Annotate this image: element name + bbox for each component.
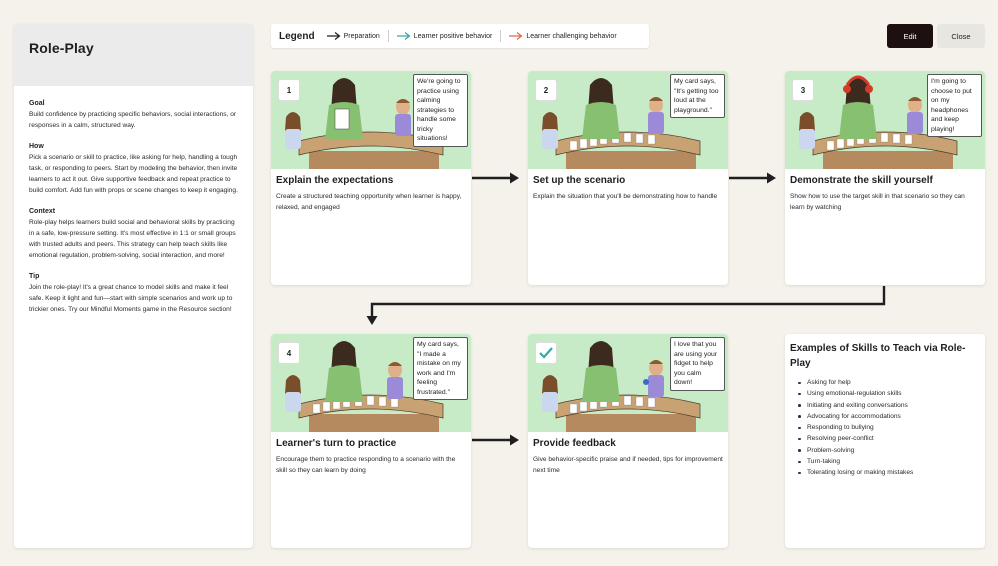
list-item: Using emotional-regulation skills — [790, 388, 980, 399]
skills-list: Asking for help Using emotional-regulati… — [790, 377, 980, 479]
step-card-2[interactable]: 2 My card says, "It's getting too loud a… — [528, 71, 728, 285]
section-text: Build confidence by practicing specific … — [29, 111, 237, 129]
step-illustration: I love that you are using your fidget to… — [528, 334, 728, 432]
step-illustration: 4 My card says, "I made a mistake on my … — [271, 334, 471, 432]
step-card-4[interactable]: 4 My card says, "I made a mistake on my … — [271, 334, 471, 548]
step-illustration: 3 I'm going to choose to put on my headp… — [785, 71, 985, 169]
arrow-black-icon — [326, 32, 341, 40]
list-item: Advocating for accommodations — [790, 411, 980, 422]
list-item: Tolerating losing or making mistakes — [790, 467, 980, 478]
card-title: Set up the scenario — [533, 175, 626, 186]
section-title: Goal — [29, 100, 45, 107]
list-item: Turn-taking — [790, 456, 980, 467]
checkmark-icon — [535, 342, 557, 364]
speech-bubble: My card says, "It's getting too loud at … — [670, 74, 725, 118]
step-card-5[interactable]: I love that you are using your fidget to… — [528, 334, 728, 548]
step-card-1[interactable]: 1 We're going to practice using calming … — [271, 71, 471, 285]
step-number: 1 — [278, 79, 300, 101]
examples-title: Examples of Skills to Teach via Role-Pla… — [790, 343, 966, 369]
card-description: Give behavior-specific praise and if nee… — [533, 456, 723, 474]
speech-bubble: We're going to practice using calming st… — [413, 74, 468, 147]
legend-divider — [500, 30, 502, 42]
speech-bubble: My card says, "I made a mistake on my wo… — [413, 337, 468, 400]
card-title: Provide feedback — [533, 438, 616, 449]
tip-section: Tip Join the role-play! It's a great cha… — [29, 273, 238, 315]
card-title: Explain the expectations — [276, 175, 394, 186]
step-card-3[interactable]: 3 I'm going to choose to put on my headp… — [785, 71, 985, 285]
section-text: Join the role-play! It's a great chance … — [29, 284, 233, 313]
goal-section: Goal Build confidence by practicing spec… — [29, 100, 238, 131]
how-section: How Pick a scenario or skill to practice… — [29, 143, 238, 196]
list-item: Problem-solving — [790, 445, 980, 456]
section-text: Role-play helps learners build social an… — [29, 219, 236, 259]
section-title: Context — [29, 208, 56, 215]
section-title: How — [29, 143, 44, 150]
legend-label: Learner positive behavior — [413, 32, 493, 40]
section-title: Tip — [29, 273, 40, 280]
legend: Legend Preparation Learner positive beha… — [271, 24, 649, 48]
card-title: Learner's turn to practice — [276, 438, 397, 449]
examples-card: Examples of Skills to Teach via Role-Pla… — [785, 334, 985, 548]
list-item: Resolving peer-conflict — [790, 433, 980, 444]
card-description: Explain the situation that you'll be dem… — [533, 193, 718, 200]
arrow-teal-icon — [396, 32, 411, 40]
card-description: Encourage them to practice responding to… — [276, 456, 456, 474]
speech-bubble: I'm going to choose to put on my headpho… — [927, 74, 982, 137]
arrow-orange-icon — [509, 32, 523, 40]
step-illustration: 2 My card says, "It's getting too loud a… — [528, 71, 728, 169]
list-item: Initiating and exiting conversations — [790, 400, 980, 411]
legend-label: Preparation — [343, 32, 380, 40]
page-title: Role-Play — [29, 40, 94, 56]
speech-bubble: I love that you are using your fidget to… — [670, 337, 725, 391]
context-section: Context Role-play helps learners build s… — [29, 208, 238, 261]
legend-label: Learner challenging behavior — [526, 32, 617, 40]
legend-item-positive: Learner positive behavior — [396, 32, 493, 40]
step-number: 2 — [535, 79, 557, 101]
list-item: Asking for help — [790, 377, 980, 388]
legend-item-challenging: Learner challenging behavior — [509, 32, 617, 40]
card-description: Show how to use the target skill in that… — [790, 193, 965, 211]
info-sidebar: Role-Play Goal Build confidence by pract… — [14, 24, 253, 548]
step-number: 3 — [792, 79, 814, 101]
legend-divider — [387, 30, 389, 42]
legend-title: Legend — [279, 30, 315, 42]
step-number: 4 — [278, 342, 300, 364]
card-description: Create a structured teaching opportunity… — [276, 193, 462, 211]
list-item: Responding to bullying — [790, 422, 980, 433]
sidebar-header: Role-Play — [14, 24, 253, 86]
edit-button[interactable]: Edit — [887, 24, 933, 48]
section-text: Pick a scenario or skill to practice, li… — [29, 154, 238, 194]
close-button[interactable]: Close — [937, 24, 985, 48]
legend-item-preparation: Preparation — [326, 32, 380, 40]
flow-arrow-3-4 — [370, 286, 886, 318]
step-illustration: 1 We're going to practice using calming … — [271, 71, 471, 169]
card-title: Demonstrate the skill yourself — [790, 175, 933, 186]
